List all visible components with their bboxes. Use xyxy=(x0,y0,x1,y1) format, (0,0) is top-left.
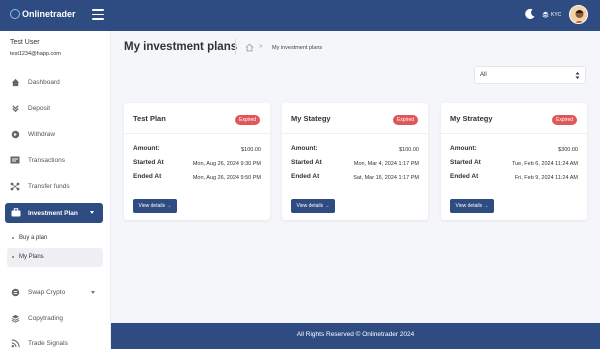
amount-value: $100.00 xyxy=(399,147,419,153)
view-details-button[interactable]: View details → xyxy=(291,199,335,213)
started-value: Mon, Aug 26, 2024 9:30 PM xyxy=(192,161,261,167)
started-label: Started At xyxy=(291,159,322,166)
layers-icon xyxy=(542,11,549,18)
amount-label: Amount: xyxy=(450,145,477,152)
moon-icon[interactable] xyxy=(524,8,536,20)
ended-label: Ended At xyxy=(291,173,320,180)
home-icon[interactable] xyxy=(245,43,254,52)
amount-value: $300.00 xyxy=(558,147,578,153)
avatar[interactable] xyxy=(569,5,588,24)
kyc-label: KYC xyxy=(551,11,562,18)
user-name: Test User xyxy=(10,39,40,46)
download-icon xyxy=(10,103,20,113)
plan-name: My Stategy xyxy=(291,114,331,123)
amount-row: Amount: $300.00 xyxy=(450,145,578,153)
started-row: Started At Tue, Feb 6, 2024 11:24 AM xyxy=(450,159,578,167)
status-badge: Expired xyxy=(393,115,418,125)
card-divider xyxy=(282,133,428,134)
sidebar-subitem-my-plans[interactable]: My Plans xyxy=(12,254,44,260)
logo-icon xyxy=(10,9,20,19)
view-details-button[interactable]: View details → xyxy=(450,199,494,213)
ended-label: Ended At xyxy=(450,173,479,180)
user-email: test1234@happ.com xyxy=(10,51,61,57)
plan-card: My Stategy Expired Amount: $100.00 Start… xyxy=(282,103,428,220)
ended-row: Ended At Fri, Feb 9, 2024 11:24 AM xyxy=(450,173,578,181)
card-divider xyxy=(441,133,587,134)
withdraw-icon xyxy=(10,129,20,139)
view-details-button[interactable]: View details → xyxy=(133,199,177,213)
bullet-icon xyxy=(12,237,14,239)
page-title: My investment plans xyxy=(124,41,238,53)
sidebar-item-trade-signals[interactable]: Trade Signals xyxy=(10,337,68,349)
chevron-down-icon xyxy=(91,291,95,294)
sidebar-item-withdraw[interactable]: Withdraw xyxy=(10,128,55,140)
started-row: Started At Mon, Mar 4, 2024 1:17 PM xyxy=(291,159,419,167)
sort-arrows-icon xyxy=(575,72,580,79)
brand-logo[interactable]: Onlinetrader xyxy=(10,9,76,19)
plan-card: My Strategy Expired Amount: $300.00 Star… xyxy=(441,103,587,220)
footer: All Rights Reserved © Onlinetrader 2024 xyxy=(111,323,600,349)
amount-label: Amount: xyxy=(291,145,318,152)
started-value: Tue, Feb 6, 2024 11:24 AM xyxy=(511,161,578,167)
ended-label: Ended At xyxy=(133,173,162,180)
kyc-button[interactable]: KYC xyxy=(542,11,561,18)
ended-row: Ended At Sat, Mar 16, 2024 1:17 PM xyxy=(291,173,419,181)
amount-label: Amount: xyxy=(133,145,160,152)
plan-name: My Strategy xyxy=(450,114,493,123)
swap-icon xyxy=(10,287,20,297)
transactions-icon xyxy=(10,155,20,165)
plan-name: Test Plan xyxy=(133,114,166,123)
breadcrumb-current: My investment plans xyxy=(272,45,323,51)
started-label: Started At xyxy=(450,159,481,166)
plan-card: Test Plan Expired Amount: $100.00 Starte… xyxy=(124,103,270,220)
ended-value: Mon, Aug 26, 2024 9:50 PM xyxy=(192,175,261,181)
home-icon xyxy=(10,77,20,87)
started-value: Mon, Mar 4, 2024 1:17 PM xyxy=(353,161,419,167)
top-navbar xyxy=(0,0,600,31)
amount-value: $100.00 xyxy=(241,147,261,153)
sidebar-item-investment-plan[interactable]: Investment Plan xyxy=(5,203,103,223)
bullet-icon xyxy=(12,256,14,258)
ended-row: Ended At Mon, Aug 26, 2024 9:50 PM xyxy=(133,173,261,181)
plan-filter-select[interactable]: All xyxy=(474,66,586,84)
ended-value: Sat, Mar 16, 2024 1:17 PM xyxy=(353,175,419,181)
sidebar-subitem-buy-a-plan[interactable]: Buy a plan xyxy=(12,235,47,241)
sidebar-item-transactions[interactable]: Transactions xyxy=(10,154,65,166)
chevron-down-icon xyxy=(90,211,94,214)
sidebar-item-deposit[interactable]: Deposit xyxy=(10,102,50,114)
briefcase-icon xyxy=(11,208,21,218)
menu-toggle-icon[interactable] xyxy=(92,9,104,20)
transfer-icon xyxy=(10,181,20,191)
breadcrumb-separator: > xyxy=(259,44,263,50)
sidebar-item-dashboard[interactable]: Dashboard xyxy=(10,76,60,88)
rss-icon xyxy=(10,338,20,348)
card-divider xyxy=(124,133,270,134)
sidebar-item-transfer-funds[interactable]: Transfer funds xyxy=(10,180,70,192)
status-badge: Expired xyxy=(552,115,577,125)
brand-name: Onlinetrader xyxy=(22,9,76,19)
started-row: Started At Mon, Aug 26, 2024 9:30 PM xyxy=(133,159,261,167)
status-badge: Expired xyxy=(235,115,260,125)
layers-icon xyxy=(10,313,20,323)
sidebar-item-copytrading[interactable]: Copytrading xyxy=(10,312,63,324)
started-label: Started At xyxy=(133,159,164,166)
filter-selected-value: All xyxy=(480,72,487,78)
sidebar-item-swap-crypto[interactable]: Swap Crypto xyxy=(10,286,65,298)
breadcrumb-divider xyxy=(235,39,236,55)
amount-row: Amount: $100.00 xyxy=(291,145,419,153)
ended-value: Fri, Feb 9, 2024 11:24 AM xyxy=(514,175,578,181)
amount-row: Amount: $100.00 xyxy=(133,145,261,153)
